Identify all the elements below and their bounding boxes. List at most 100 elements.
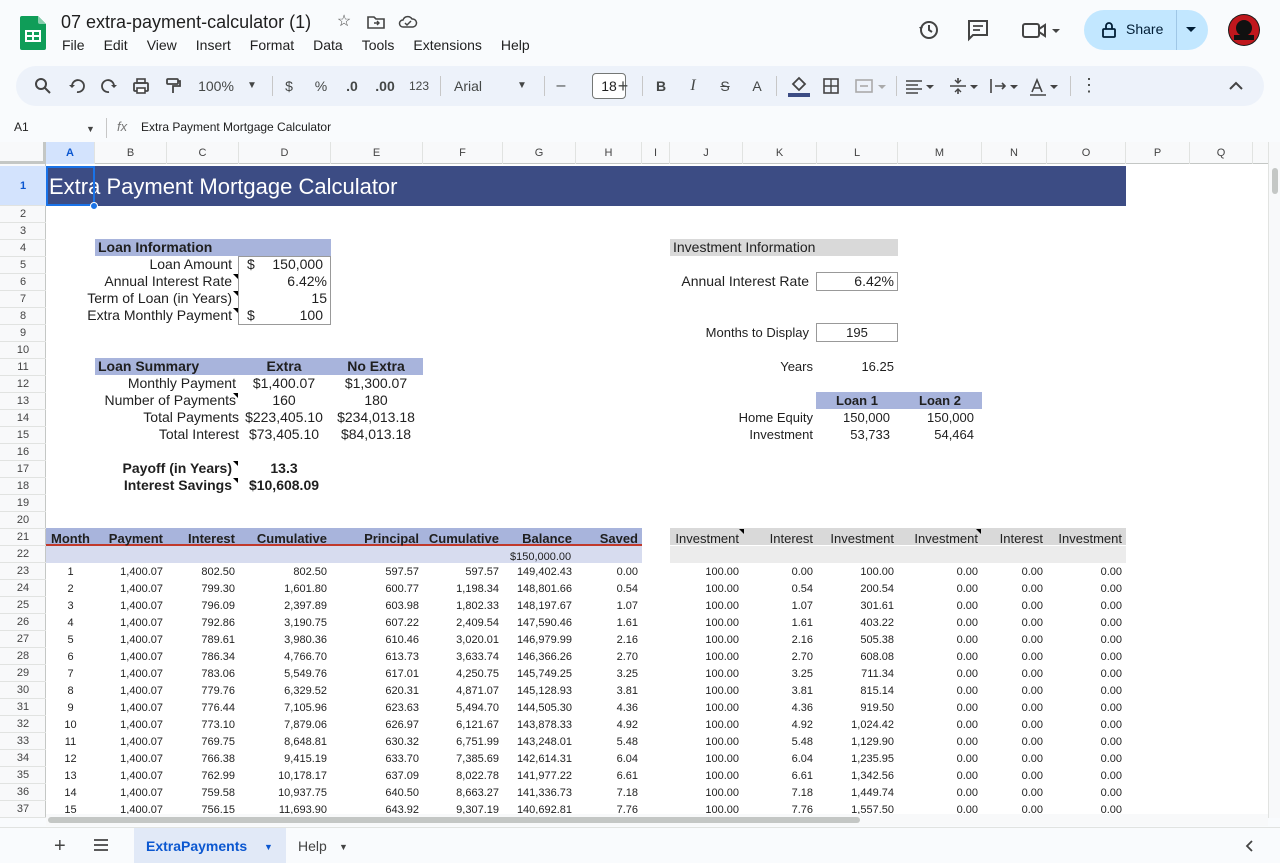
row-header-1[interactable]: 1 xyxy=(0,166,46,206)
schedule-cell[interactable]: 100.00 xyxy=(670,683,739,700)
schedule-cell[interactable]: 1,400.07 xyxy=(95,649,163,666)
row-header-23[interactable]: 23 xyxy=(0,563,46,580)
schedule-cell[interactable]: 4.92 xyxy=(576,717,638,734)
schedule-cell[interactable]: 6,121.67 xyxy=(423,717,499,734)
schedule-cell[interactable]: 6 xyxy=(46,649,95,666)
schedule-cell[interactable]: 0.00 xyxy=(1047,632,1122,649)
schedule-cell[interactable]: 0.00 xyxy=(898,700,978,717)
schedule-cell[interactable]: 0.00 xyxy=(982,751,1043,768)
num-payments-noextra[interactable]: 180 xyxy=(330,392,422,409)
schedule-cell[interactable]: 100.00 xyxy=(670,564,739,581)
schedule-cell[interactable]: 3 xyxy=(46,598,95,615)
total-payments-label[interactable]: Total Payments xyxy=(46,409,239,426)
schedule-cell[interactable]: 0.00 xyxy=(982,615,1043,632)
schedule-cell[interactable]: 623.63 xyxy=(331,700,419,717)
schedule-cell[interactable]: 143,248.01 xyxy=(503,734,572,751)
schedule-cell[interactable]: 1,024.42 xyxy=(817,717,894,734)
schedule-cell[interactable]: 6.04 xyxy=(576,751,638,768)
schedule-header-cumulative[interactable]: Cumulative xyxy=(239,530,327,547)
investment-schedule-header-interest[interactable]: Interest xyxy=(982,530,1043,547)
schedule-cell[interactable]: 0.00 xyxy=(898,632,978,649)
column-header-q[interactable]: Q xyxy=(1190,142,1253,164)
schedule-cell[interactable]: 3.25 xyxy=(576,666,638,683)
move-folder-icon[interactable] xyxy=(366,12,386,32)
row-header-31[interactable]: 31 xyxy=(0,699,46,716)
undo-icon[interactable] xyxy=(68,74,86,98)
schedule-cell[interactable]: 2,409.54 xyxy=(423,615,499,632)
schedule-cell[interactable]: 1,400.07 xyxy=(95,615,163,632)
schedule-cell[interactable]: 0.00 xyxy=(1047,785,1122,802)
schedule-cell[interactable]: 607.22 xyxy=(331,615,419,632)
schedule-cell[interactable]: 146,979.99 xyxy=(503,632,572,649)
investment-schedule-header-investment[interactable]: Investment xyxy=(1047,530,1122,547)
schedule-cell[interactable]: 2.70 xyxy=(576,649,638,666)
schedule-cell[interactable]: 3.25 xyxy=(743,666,813,683)
schedule-cell[interactable]: 1.07 xyxy=(743,598,813,615)
zoom-select[interactable]: 100% xyxy=(196,74,236,98)
schedule-cell[interactable]: 1,400.07 xyxy=(95,666,163,683)
investment-header[interactable]: Investment Information xyxy=(673,239,815,256)
investment-schedule-header-interest[interactable]: Interest xyxy=(743,530,813,547)
name-box[interactable]: A1 xyxy=(14,120,29,134)
column-header-e[interactable]: E xyxy=(331,142,423,164)
column-header-b[interactable]: B xyxy=(95,142,167,164)
monthly-payment-label[interactable]: Monthly Payment xyxy=(46,375,236,392)
vertical-align-icon[interactable] xyxy=(948,74,982,98)
menu-format[interactable]: Format xyxy=(250,37,294,57)
schedule-cell[interactable]: 100.00 xyxy=(670,632,739,649)
avatar[interactable] xyxy=(1228,14,1260,46)
schedule-cell[interactable]: 0.00 xyxy=(898,683,978,700)
schedule-cell[interactable]: 6.61 xyxy=(743,768,813,785)
investment-rate-label[interactable]: Annual Interest Rate xyxy=(600,273,809,290)
text-rotation-icon[interactable] xyxy=(1028,74,1062,98)
redo-icon[interactable] xyxy=(100,74,118,98)
column-header-n[interactable]: N xyxy=(982,142,1047,164)
schedule-cell[interactable]: 0.00 xyxy=(982,632,1043,649)
vertical-scroll-thumb[interactable] xyxy=(1272,168,1278,194)
schedule-cell[interactable]: 0.00 xyxy=(898,666,978,683)
payoff-value[interactable]: 13.3 xyxy=(238,460,330,477)
schedule-cell[interactable]: 796.09 xyxy=(167,598,235,615)
column-header-g[interactable]: G xyxy=(503,142,576,164)
schedule-cell[interactable]: 617.01 xyxy=(331,666,419,683)
menu-extensions[interactable]: Extensions xyxy=(413,37,481,57)
schedule-cell[interactable]: 0.00 xyxy=(982,598,1043,615)
schedule-cell[interactable]: 0.00 xyxy=(1047,564,1122,581)
num-payments-extra[interactable]: 160 xyxy=(238,392,330,409)
schedule-cell[interactable]: 626.97 xyxy=(331,717,419,734)
menu-file[interactable]: File xyxy=(62,37,85,57)
schedule-cell[interactable]: 505.38 xyxy=(817,632,894,649)
schedule-cell[interactable]: 620.31 xyxy=(331,683,419,700)
schedule-cell[interactable]: 2 xyxy=(46,581,95,598)
name-box-dropdown-icon[interactable]: ▼ xyxy=(86,124,95,134)
row-header-26[interactable]: 26 xyxy=(0,614,46,631)
document-title[interactable]: 07 extra-payment-calculator (1) xyxy=(61,12,311,33)
schedule-cell[interactable]: 919.50 xyxy=(817,700,894,717)
schedule-cell[interactable]: 2.16 xyxy=(576,632,638,649)
schedule-cell[interactable]: 0.00 xyxy=(898,717,978,734)
schedule-cell[interactable]: 1,400.07 xyxy=(95,751,163,768)
schedule-cell[interactable]: 792.86 xyxy=(167,615,235,632)
schedule-cell[interactable]: 815.14 xyxy=(817,683,894,700)
schedule-cell[interactable]: 1,400.07 xyxy=(95,734,163,751)
schedule-cell[interactable]: 0.00 xyxy=(982,700,1043,717)
row-header-24[interactable]: 24 xyxy=(0,580,46,597)
investment-label[interactable]: Investment xyxy=(680,426,813,443)
schedule-cell[interactable]: 4,871.07 xyxy=(423,683,499,700)
schedule-cell[interactable]: 100.00 xyxy=(670,717,739,734)
schedule-cell[interactable]: 0.00 xyxy=(1047,581,1122,598)
row-header-17[interactable]: 17 xyxy=(0,461,46,478)
total-payments-extra[interactable]: $223,405.10 xyxy=(238,409,330,426)
schedule-header-saved[interactable]: Saved xyxy=(576,530,638,547)
summary-col-noextra[interactable]: No Extra xyxy=(330,358,422,375)
horizontal-scroll-thumb[interactable] xyxy=(48,817,860,823)
tab-extrapayments-dropdown-icon[interactable]: ▼ xyxy=(264,842,273,852)
schedule-cell[interactable]: 630.32 xyxy=(331,734,419,751)
column-header-k[interactable]: K xyxy=(743,142,817,164)
column-header-f[interactable]: F xyxy=(423,142,503,164)
row-header-36[interactable]: 36 xyxy=(0,784,46,801)
active-cell-selection[interactable] xyxy=(46,166,95,206)
investment-schedule-header-investment[interactable]: Investment xyxy=(817,530,894,547)
investment-loan1[interactable]: 53,733 xyxy=(816,426,890,443)
home-equity-loan1[interactable]: 150,000 xyxy=(816,409,890,426)
